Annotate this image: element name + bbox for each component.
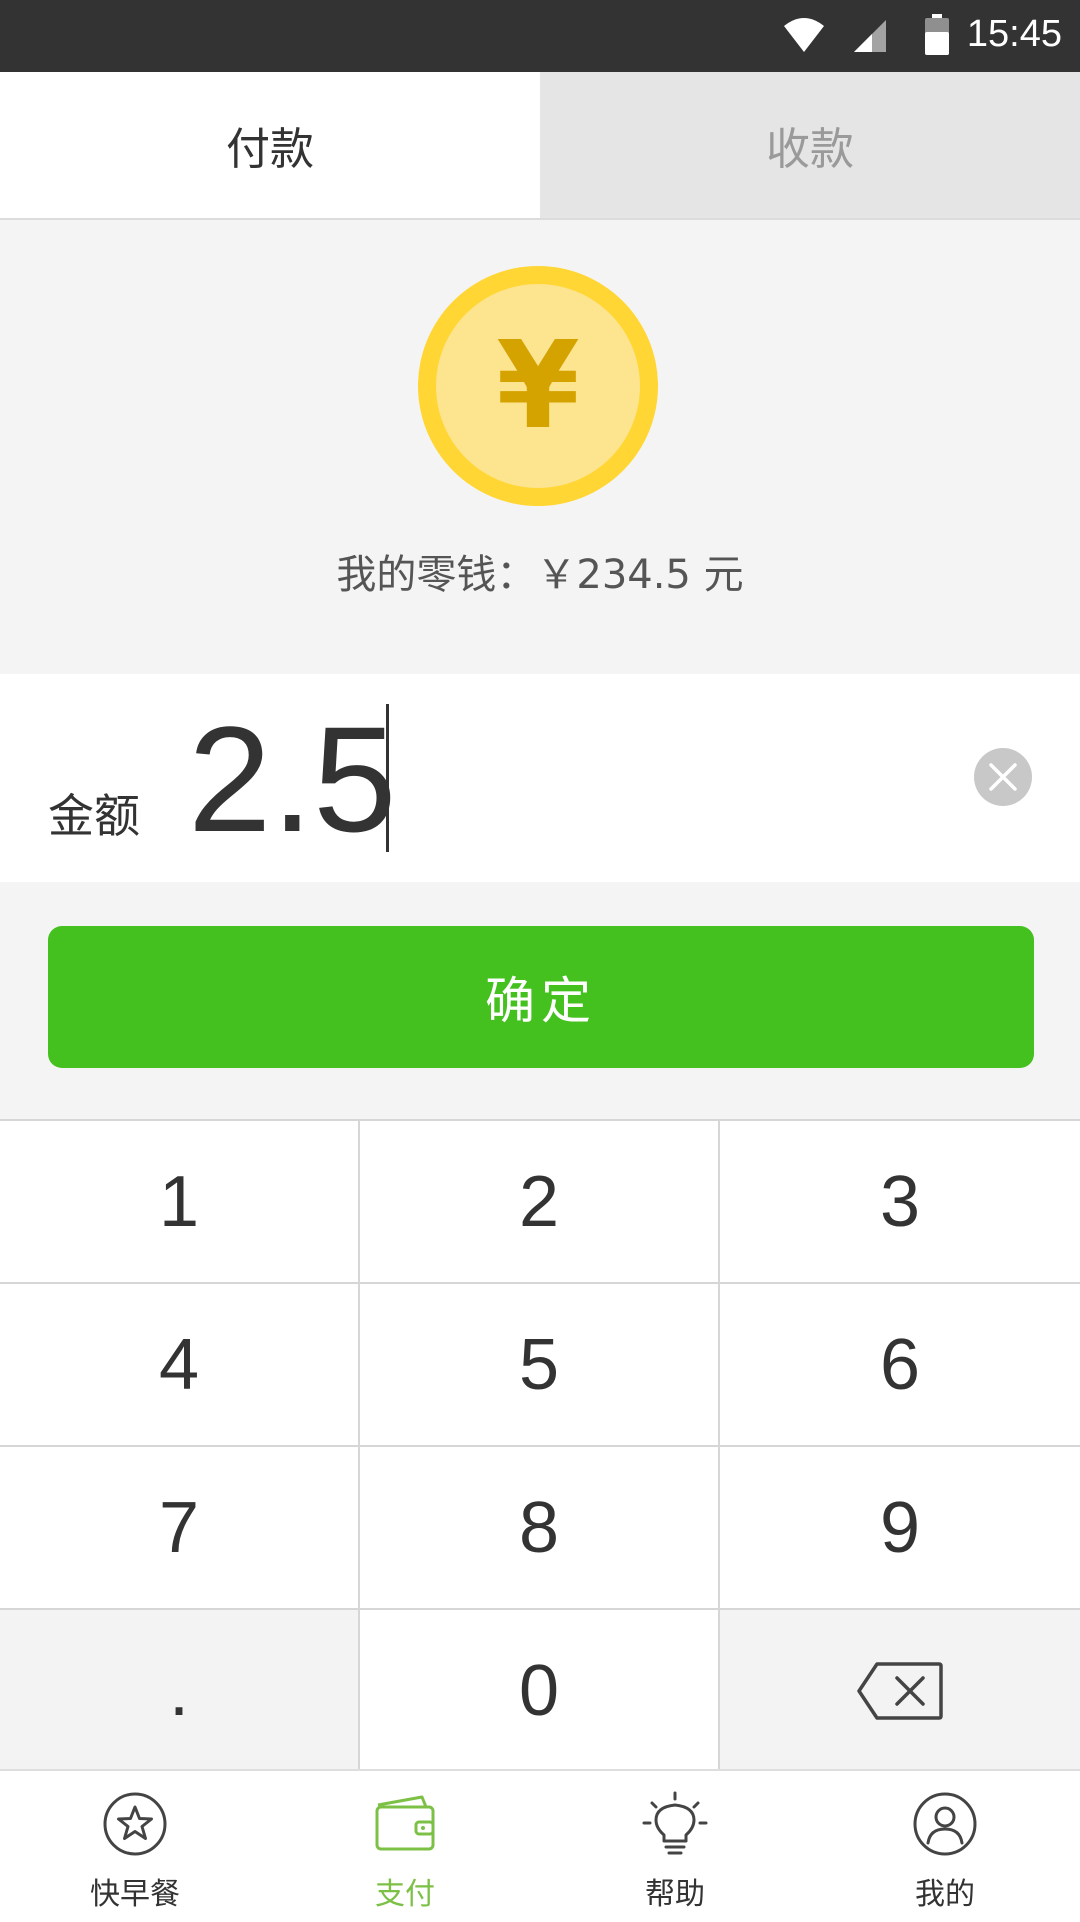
coin-icon: ¥ xyxy=(418,266,658,506)
key-3[interactable]: 3 xyxy=(720,1121,1080,1282)
key-5[interactable]: 5 xyxy=(360,1284,718,1445)
status-bar: 15:45 xyxy=(0,0,1080,72)
wallet-balance: 我的零钱：￥234.5 元 xyxy=(336,552,744,598)
status-time: 15:45 xyxy=(966,13,1062,55)
key-4[interactable]: 4 xyxy=(0,1284,358,1445)
key-9[interactable]: 9 xyxy=(720,1447,1080,1608)
close-icon xyxy=(989,763,1017,791)
nav-item-pay[interactable]: 支付 xyxy=(270,1771,540,1922)
text-cursor xyxy=(386,704,389,852)
user-circle-icon xyxy=(913,1792,977,1856)
nav-item-me[interactable]: 我的 xyxy=(810,1771,1080,1922)
amount-label: 金额 xyxy=(48,789,140,843)
keypad-divider xyxy=(0,1445,1080,1447)
amount-input-row[interactable]: 金额 2.5 xyxy=(0,674,1080,882)
star-circle-icon xyxy=(103,1792,167,1856)
key-6[interactable]: 6 xyxy=(720,1284,1080,1445)
key-8[interactable]: 8 xyxy=(360,1447,718,1608)
wallet-icon xyxy=(375,1795,435,1851)
key-7[interactable]: 7 xyxy=(0,1447,358,1608)
lightbulb-icon xyxy=(642,1791,708,1855)
yuan-symbol: ¥ xyxy=(436,284,640,488)
signal-icon xyxy=(854,20,886,52)
numeric-keypad: 1 2 3 4 5 6 7 8 9 . 0 xyxy=(0,1119,1080,1771)
tab-receive[interactable]: 收款 xyxy=(540,72,1080,218)
keypad-divider xyxy=(0,1608,1080,1610)
keypad-divider xyxy=(0,1282,1080,1284)
nav-label: 支付 xyxy=(375,1877,435,1912)
confirm-button[interactable]: 确定 xyxy=(48,926,1034,1068)
wifi-icon xyxy=(784,18,824,52)
clear-input-button[interactable] xyxy=(974,748,1032,806)
key-1[interactable]: 1 xyxy=(0,1121,358,1282)
nav-label: 帮助 xyxy=(645,1877,705,1912)
backspace-icon xyxy=(857,1661,943,1720)
bottom-nav: 快早餐 支付 帮助 我的 xyxy=(0,1769,1080,1922)
nav-item-breakfast[interactable]: 快早餐 xyxy=(0,1771,270,1922)
amount-input[interactable]: 2.5 xyxy=(188,694,397,864)
backspace-key[interactable] xyxy=(720,1610,1080,1771)
wallet-summary: ¥ 我的零钱：￥234.5 元 xyxy=(0,220,1080,674)
key-2[interactable]: 2 xyxy=(360,1121,718,1282)
tab-pay[interactable]: 付款 xyxy=(0,72,540,218)
key-decimal[interactable]: . xyxy=(0,1610,358,1771)
payment-tabs: 付款 收款 xyxy=(0,72,1080,220)
battery-icon xyxy=(925,14,949,55)
nav-label: 快早餐 xyxy=(90,1877,180,1912)
key-0[interactable]: 0 xyxy=(360,1610,718,1771)
nav-item-help[interactable]: 帮助 xyxy=(540,1771,810,1922)
nav-label: 我的 xyxy=(915,1877,975,1912)
